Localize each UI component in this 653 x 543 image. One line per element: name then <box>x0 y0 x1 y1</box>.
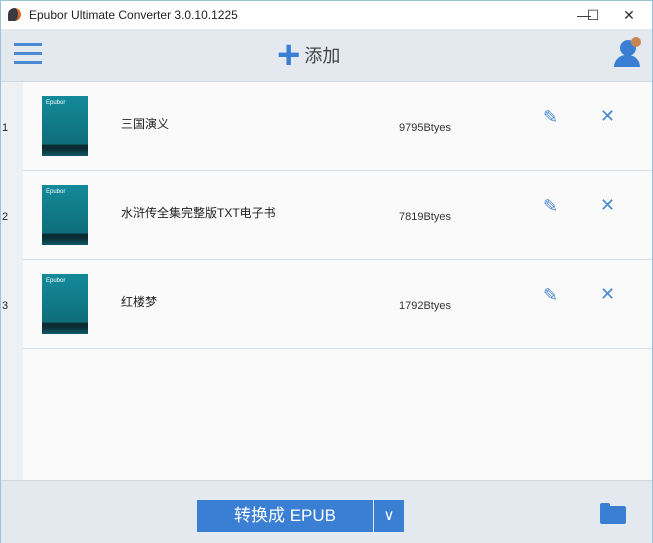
book-size: 7819Btyes <box>399 211 451 223</box>
user-avatar-icon[interactable] <box>613 37 641 67</box>
row-number: 3 <box>2 300 9 312</box>
window-title: Epubor Ultimate Converter 3.0.10.1225 <box>29 8 238 22</box>
plus-icon: + <box>277 33 301 77</box>
add-button[interactable]: + 添加 <box>277 33 341 77</box>
close-button[interactable]: ✕ <box>606 1 652 29</box>
delete-icon[interactable]: ✕ <box>600 195 615 216</box>
folder-icon[interactable] <box>600 503 626 524</box>
book-cover: Epubor <box>42 185 88 245</box>
book-size: 9795Btyes <box>399 122 451 134</box>
edit-icon[interactable]: ✎ <box>543 285 558 306</box>
row-number: 2 <box>2 211 9 223</box>
app-logo-icon <box>8 8 21 21</box>
row-number-gutter <box>1 82 23 480</box>
row-number: 1 <box>2 122 9 134</box>
convert-button[interactable]: 转换成 EPUB <box>197 500 373 532</box>
edit-icon[interactable]: ✎ <box>543 196 558 217</box>
add-label: 添加 <box>304 46 341 67</box>
book-title: 水浒传全集完整版TXT电子书 <box>121 206 276 220</box>
book-row[interactable]: 2 Epubor 水浒传全集完整版TXT电子书 7819Btyes ✎ ✕ <box>2 171 652 260</box>
title-bar: Epubor Ultimate Converter 3.0.10.1225 — … <box>1 1 652 29</box>
format-dropdown-button[interactable]: ∨ <box>374 500 404 532</box>
book-cover: Epubor <box>42 274 88 334</box>
book-row[interactable]: 3 Epubor 红楼梦 1792Btyes ✎ ✕ <box>2 260 652 349</box>
book-title: 三国演义 <box>121 117 170 131</box>
book-size: 1792Btyes <box>399 300 451 312</box>
book-cover: Epubor <box>42 96 88 156</box>
toolbar: + 添加 <box>1 29 652 82</box>
bottom-bar: 转换成 EPUB ∨ <box>1 480 652 543</box>
book-title: 红楼梦 <box>121 295 158 309</box>
book-row[interactable]: 1 Epubor 三国演义 9795Btyes ✎ ✕ <box>2 82 652 171</box>
delete-icon[interactable]: ✕ <box>600 106 615 127</box>
edit-icon[interactable]: ✎ <box>543 107 558 128</box>
delete-icon[interactable]: ✕ <box>600 284 615 305</box>
app-window: Epubor Ultimate Converter 3.0.10.1225 — … <box>0 0 653 543</box>
book-list: 1 Epubor 三国演义 9795Btyes ✎ ✕ 2 Epubor 水浒传… <box>1 82 652 480</box>
menu-icon[interactable] <box>14 43 42 70</box>
